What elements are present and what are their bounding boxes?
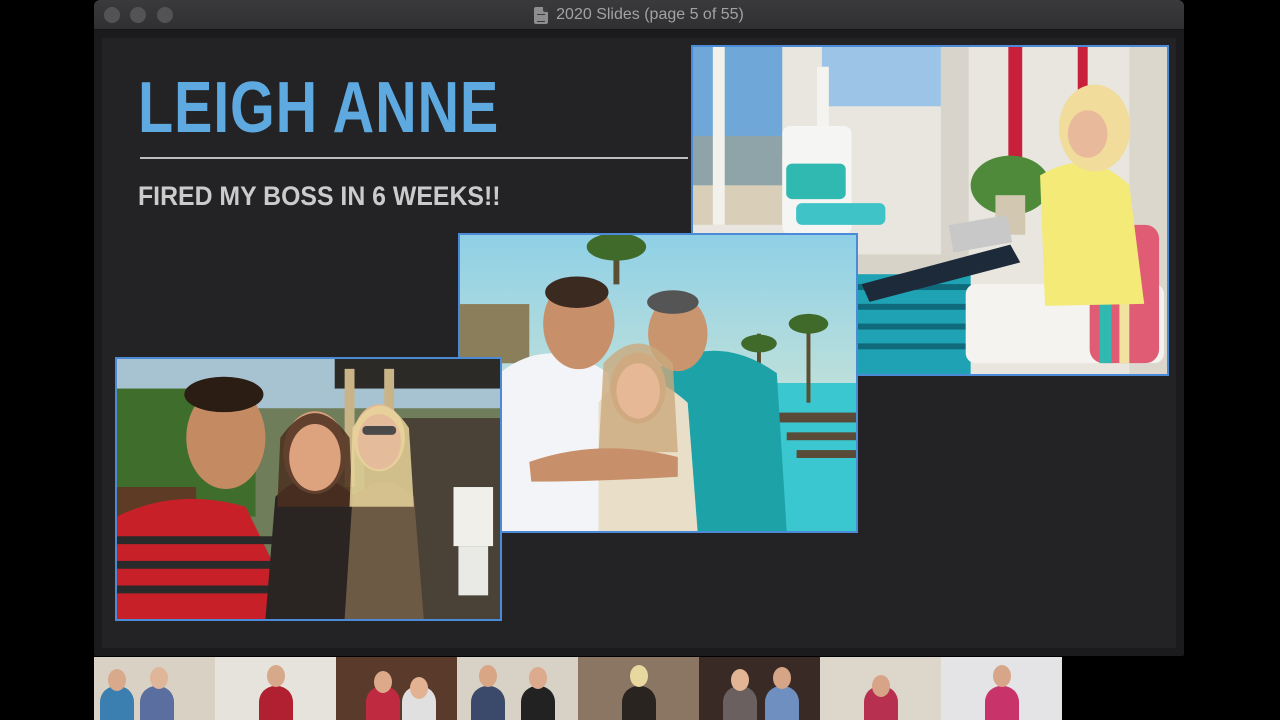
- participant-tile[interactable]: [941, 657, 1062, 720]
- participant-head: [374, 671, 392, 693]
- participant-head: [993, 665, 1011, 687]
- participant-gallery: [94, 657, 1063, 720]
- participant-tile[interactable]: [215, 657, 336, 720]
- participant-body: [521, 686, 555, 720]
- slide-heading: LEIGH ANNE: [138, 68, 500, 148]
- slide-canvas: LEIGH ANNE FIRED MY BOSS IN 6 WEEKS!!: [102, 38, 1176, 648]
- participant-tile[interactable]: [457, 657, 578, 720]
- screen: 2020 Slides (page 5 of 55) LEIGH ANNE FI…: [0, 0, 1280, 720]
- photo-family-restaurant: [115, 357, 502, 621]
- participant-tile[interactable]: [94, 657, 215, 720]
- slide-subheading: FIRED MY BOSS IN 6 WEEKS!!: [138, 181, 501, 211]
- participant-head: [410, 677, 428, 699]
- participant-tile[interactable]: [336, 657, 457, 720]
- preview-window: 2020 Slides (page 5 of 55) LEIGH ANNE FI…: [94, 0, 1184, 656]
- participant-tile[interactable]: [578, 657, 699, 720]
- participant-head: [267, 665, 285, 687]
- window-titlebar[interactable]: 2020 Slides (page 5 of 55): [94, 0, 1184, 30]
- pool-photo-art: [460, 235, 856, 531]
- participant-head: [630, 665, 648, 687]
- participant-body: [100, 686, 134, 720]
- participant-tile[interactable]: [699, 657, 820, 720]
- participant-head: [731, 669, 749, 691]
- participant-body: [985, 686, 1019, 720]
- participant-body: [471, 686, 505, 720]
- participant-body: [723, 686, 757, 720]
- photo-pool-group: [458, 233, 858, 533]
- document-icon: [534, 6, 549, 24]
- participant-head: [108, 669, 126, 691]
- participant-head: [529, 667, 547, 689]
- participant-head: [479, 665, 497, 687]
- slide-divider: [140, 157, 688, 159]
- participant-body: [259, 686, 293, 720]
- participant-head: [773, 667, 791, 689]
- participant-body: [765, 686, 799, 720]
- participant-head: [150, 667, 168, 689]
- family-photo-art: [117, 359, 500, 619]
- participant-tile[interactable]: [820, 657, 941, 720]
- window-title: 2020 Slides (page 5 of 55): [556, 6, 744, 23]
- participant-body: [622, 686, 656, 720]
- participant-body: [140, 686, 174, 720]
- participant-head: [872, 675, 890, 697]
